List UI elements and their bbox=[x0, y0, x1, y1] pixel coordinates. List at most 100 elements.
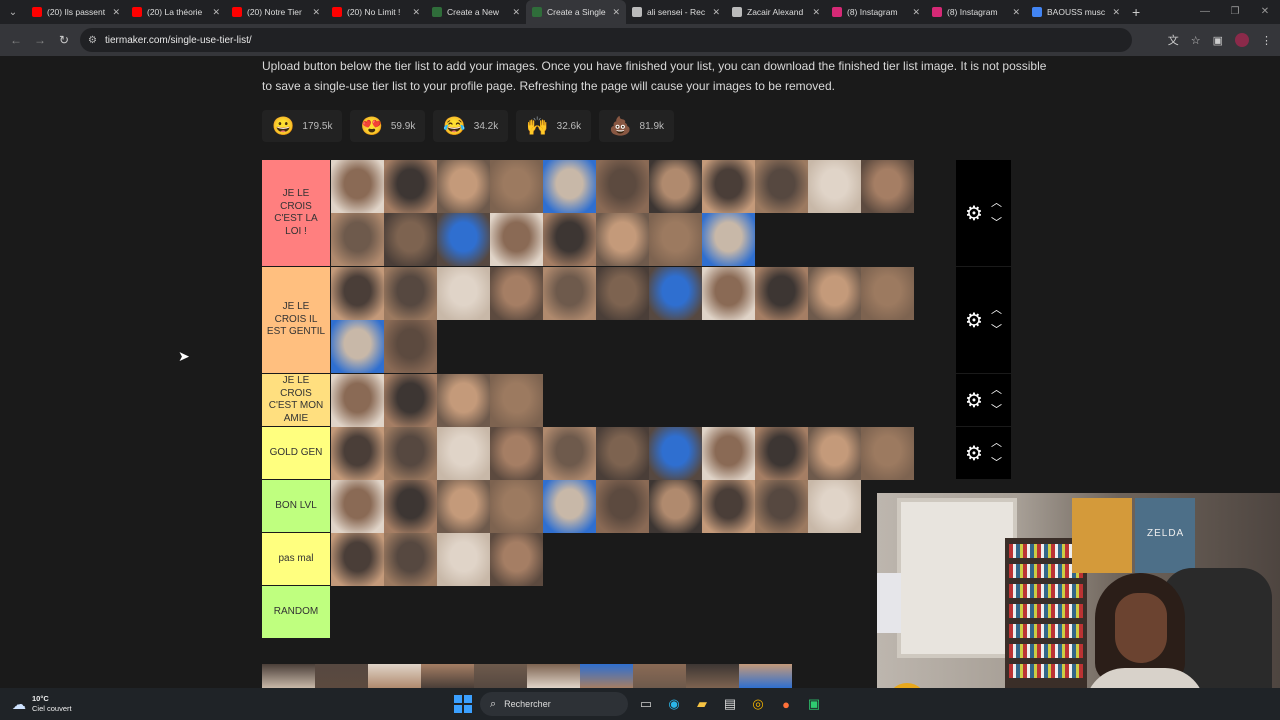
tier-image[interactable] bbox=[808, 160, 861, 213]
tier-label[interactable]: pas mal bbox=[262, 533, 330, 585]
edge-icon[interactable]: ◉ bbox=[664, 694, 684, 714]
tier-image[interactable] bbox=[437, 213, 490, 266]
tier-image[interactable] bbox=[755, 160, 808, 213]
tier-image[interactable] bbox=[331, 267, 384, 320]
forward-icon[interactable]: → bbox=[28, 33, 52, 47]
tier-items[interactable] bbox=[330, 427, 956, 480]
chevron-up-icon[interactable]: ︿ bbox=[991, 193, 1002, 213]
tier-image[interactable] bbox=[702, 160, 755, 213]
tier-image[interactable] bbox=[384, 160, 437, 213]
reaction-button[interactable]: 💩 81.9k bbox=[599, 110, 675, 142]
tier-image[interactable] bbox=[490, 213, 543, 266]
taskbar-search[interactable]: ⌕ Rechercher bbox=[480, 692, 628, 716]
tier-items[interactable] bbox=[330, 267, 956, 373]
browser-tab[interactable]: (8) Instagram ✕ bbox=[926, 0, 1026, 24]
browser-tab[interactable]: BAOUSS musc ✕ bbox=[1026, 0, 1126, 24]
tier-image[interactable] bbox=[490, 480, 543, 533]
gear-icon[interactable]: ⚙ bbox=[965, 441, 983, 466]
tab-close-icon[interactable]: ✕ bbox=[1012, 7, 1020, 18]
tier-image[interactable] bbox=[384, 320, 437, 373]
tier-image[interactable] bbox=[808, 427, 861, 480]
tier-image[interactable] bbox=[543, 480, 596, 533]
tier-image[interactable] bbox=[437, 533, 490, 586]
tier-items[interactable] bbox=[330, 586, 876, 638]
task-view-icon[interactable]: ▭ bbox=[636, 694, 656, 714]
tier-image[interactable] bbox=[490, 533, 543, 586]
tier-label[interactable]: JE LE CROIS IL EST GENTIL bbox=[262, 267, 330, 373]
tier-image[interactable] bbox=[543, 267, 596, 320]
tab-close-icon[interactable]: ✕ bbox=[1112, 7, 1120, 18]
browser-tab[interactable]: (20) Ils passent ✕ bbox=[26, 0, 126, 24]
file-explorer-icon[interactable]: ▰ bbox=[692, 694, 712, 714]
windows-start-icon[interactable] bbox=[454, 695, 472, 713]
tier-image[interactable] bbox=[437, 480, 490, 533]
maximize-icon[interactable]: ❐ bbox=[1220, 0, 1250, 24]
tier-image[interactable] bbox=[384, 213, 437, 266]
close-window-icon[interactable]: ✕ bbox=[1250, 0, 1280, 24]
tier-image[interactable] bbox=[543, 213, 596, 266]
tier-label[interactable]: JE LE CROIS C'EST LA LOI ! bbox=[262, 160, 330, 266]
bookmark-star-icon[interactable]: ☆ bbox=[1191, 34, 1201, 47]
tier-image[interactable] bbox=[437, 267, 490, 320]
tier-image[interactable] bbox=[808, 480, 861, 533]
site-info-icon[interactable]: ⚙ bbox=[88, 35, 97, 46]
tier-image[interactable] bbox=[755, 480, 808, 533]
gear-icon[interactable]: ⚙ bbox=[965, 308, 983, 333]
unranked-image[interactable] bbox=[633, 664, 686, 688]
tier-label[interactable]: GOLD GEN bbox=[262, 427, 330, 479]
tier-image[interactable] bbox=[331, 160, 384, 213]
tier-label[interactable]: JE LE CROIS C'EST MON AMIE bbox=[262, 374, 330, 426]
browser-tab[interactable]: ali sensei - Rec ✕ bbox=[626, 0, 726, 24]
chrome-menu-icon[interactable]: ⋮ bbox=[1261, 34, 1272, 47]
tier-image[interactable] bbox=[808, 267, 861, 320]
chevron-up-icon[interactable]: ︿ bbox=[991, 380, 1002, 400]
tab-close-icon[interactable]: ✕ bbox=[912, 7, 920, 18]
tier-image[interactable] bbox=[543, 160, 596, 213]
tier-label[interactable]: RANDOM bbox=[262, 586, 330, 638]
extensions-icon[interactable]: ▣ bbox=[1213, 34, 1223, 47]
reaction-button[interactable]: 😀 179.5k bbox=[262, 110, 343, 142]
unranked-image[interactable] bbox=[686, 664, 739, 688]
tier-items[interactable] bbox=[330, 480, 876, 533]
gear-icon[interactable]: ⚙ bbox=[965, 388, 983, 413]
weather-widget[interactable]: ☁ 10°C Ciel couvert bbox=[12, 694, 72, 714]
tier-image[interactable] bbox=[755, 267, 808, 320]
tier-image[interactable] bbox=[596, 480, 649, 533]
chevron-down-icon[interactable]: ﹀ bbox=[991, 453, 1002, 473]
tier-image[interactable] bbox=[331, 374, 384, 427]
tier-image[interactable] bbox=[596, 427, 649, 480]
firefox-icon[interactable]: ● bbox=[776, 694, 796, 714]
browser-tab[interactable]: (20) Notre Tier ✕ bbox=[226, 0, 326, 24]
browser-tab[interactable]: (20) La théorie ✕ bbox=[126, 0, 226, 24]
tab-close-icon[interactable]: ✕ bbox=[112, 7, 120, 18]
tier-image[interactable] bbox=[649, 160, 702, 213]
tier-image[interactable] bbox=[861, 160, 914, 213]
tier-image[interactable] bbox=[490, 160, 543, 213]
reaction-button[interactable]: 🙌 32.6k bbox=[516, 110, 592, 142]
unranked-image[interactable] bbox=[527, 664, 580, 688]
tab-close-icon[interactable]: ✕ bbox=[312, 7, 320, 18]
unranked-image[interactable] bbox=[368, 664, 421, 688]
chevron-up-icon[interactable]: ︿ bbox=[991, 300, 1002, 320]
unranked-image[interactable] bbox=[315, 664, 368, 688]
tier-image[interactable] bbox=[861, 427, 914, 480]
translate-icon[interactable]: 文 bbox=[1168, 32, 1179, 48]
tab-close-icon[interactable]: ✕ bbox=[712, 7, 720, 18]
tier-image[interactable] bbox=[384, 480, 437, 533]
tab-close-icon[interactable]: ✕ bbox=[812, 7, 820, 18]
browser-tab[interactable]: Create a Single ✕ bbox=[526, 0, 626, 24]
unranked-image[interactable] bbox=[580, 664, 633, 688]
chevron-down-icon[interactable]: ﹀ bbox=[991, 400, 1002, 420]
profile-avatar[interactable] bbox=[1235, 33, 1249, 47]
chrome-icon[interactable]: ◎ bbox=[748, 694, 768, 714]
browser-tab[interactable]: Create a New ✕ bbox=[426, 0, 526, 24]
store-icon[interactable]: ▤ bbox=[720, 694, 740, 714]
tier-image[interactable] bbox=[384, 533, 437, 586]
unranked-image[interactable] bbox=[474, 664, 527, 688]
url-field[interactable]: ⚙ tiermaker.com/single-use-tier-list/ bbox=[80, 28, 1132, 52]
browser-tab[interactable]: (8) Instagram ✕ bbox=[826, 0, 926, 24]
tier-image[interactable] bbox=[490, 267, 543, 320]
chevron-down-icon[interactable]: ﹀ bbox=[991, 320, 1002, 340]
minimize-icon[interactable]: — bbox=[1190, 0, 1220, 24]
tier-image[interactable] bbox=[331, 480, 384, 533]
